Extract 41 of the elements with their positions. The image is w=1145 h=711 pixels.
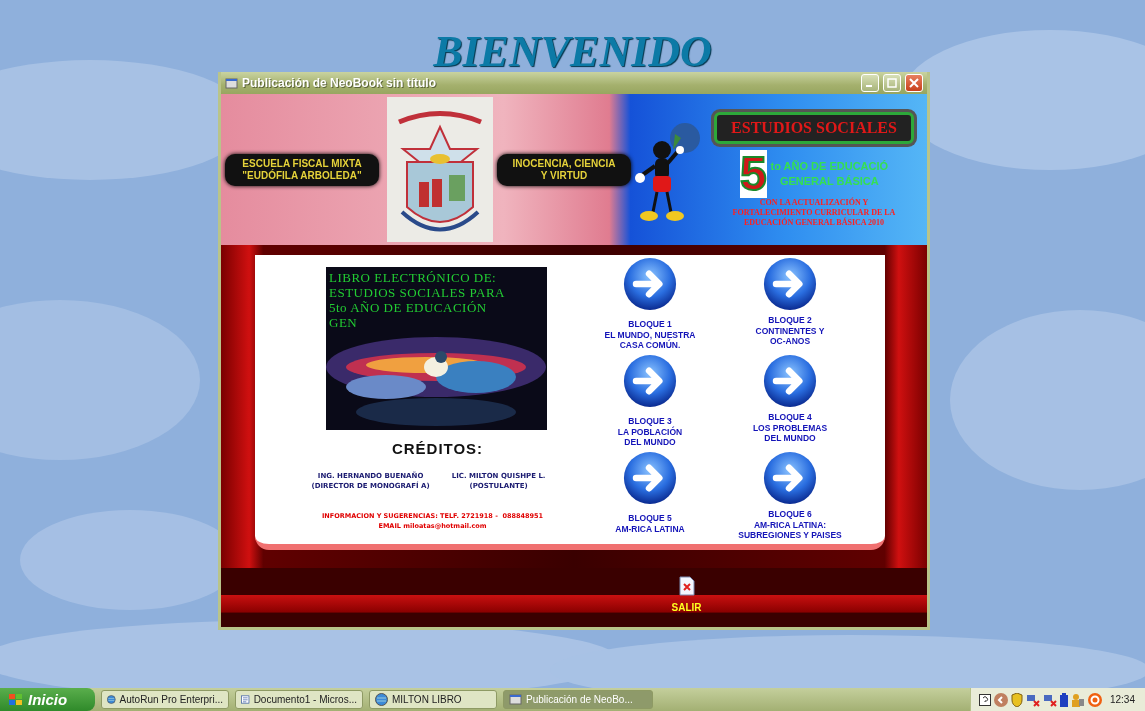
exit-icon[interactable] [678,576,695,596]
network-icon[interactable] [1025,692,1040,707]
motto-label: INOCENCIA, CIENCIA Y VIRTUD [497,153,631,186]
grade-number: 5 [739,149,767,198]
block-link[interactable]: BLOQUE 2 CONTINENTES Y OC-ANOS [755,257,825,347]
start-button[interactable]: Inicio [0,688,95,711]
minimize-button[interactable] [861,74,879,92]
windows-flag-icon [8,692,24,707]
maximize-icon [887,78,897,88]
window-icon [509,693,522,706]
shield-icon[interactable] [1010,692,1023,707]
grade-text: to AÑO DE EDUCACIÓ GENERAL BÁSICA [770,158,889,189]
refresh-icon[interactable] [1087,692,1102,707]
exit-button[interactable]: SALIR [671,602,702,613]
task-button[interactable]: Documento1 - Micros... [235,690,363,709]
block-link[interactable]: BLOQUE 3 LA POBLACIÓN DEL MUNDO [617,354,683,448]
task-button[interactable]: MILTON LIBRO [369,690,497,709]
cover-caption: LIBRO ELECTRÓNICO DE: ESTUDIOS SOCIALES PARA 5to AÑO DE EDUCACIÓN GEN [329,270,506,330]
block-link[interactable]: BLOQUE 5 AM-RICA LATINA [615,451,685,534]
network-icon[interactable] [1042,692,1057,707]
credits-title: CRÉDITOS: [391,440,484,457]
block-link[interactable]: BLOQUE 1 EL MUNDO, NUESTRA CASA COMÚN. [604,257,696,351]
clock: 12:34 [1109,694,1135,705]
document-icon [241,693,250,706]
block-link[interactable]: BLOQUE 6 AM-RICA LATINA: SUBREGIONES Y PAISES [738,451,842,541]
maximize-button[interactable] [883,74,901,92]
school-label: ESCUELA FISCAL MIXTA "EUDÓFILA ARBOLEDA" [225,153,379,186]
task-button[interactable]: AutoRun Pro Enterpri... [101,690,229,709]
help-icon[interactable] [978,693,991,706]
globe-icon [375,693,388,706]
curriculum-note: CON LA ACTUALIZACIÓN Y FORTALECIMIENTO CURRICULAR DE LA EDUCACIÓN GENERAL BÁSICA 2010 [732,197,896,228]
window-title: Publicación de NeoBook sin título [242,76,437,90]
welcome-heading: BIENVENIDO [433,32,712,72]
subject-title: ESTUDIOS SOCIALES [714,111,914,144]
globe-icon [107,693,116,706]
users-icon[interactable] [1070,692,1085,707]
close-icon [909,78,919,88]
battery-icon[interactable] [1059,692,1068,707]
close-button[interactable] [905,74,923,92]
block-link[interactable]: BLOQUE 4 LOS PROBLEMAS DEL MUNDO [752,354,828,444]
window-icon [225,76,238,90]
